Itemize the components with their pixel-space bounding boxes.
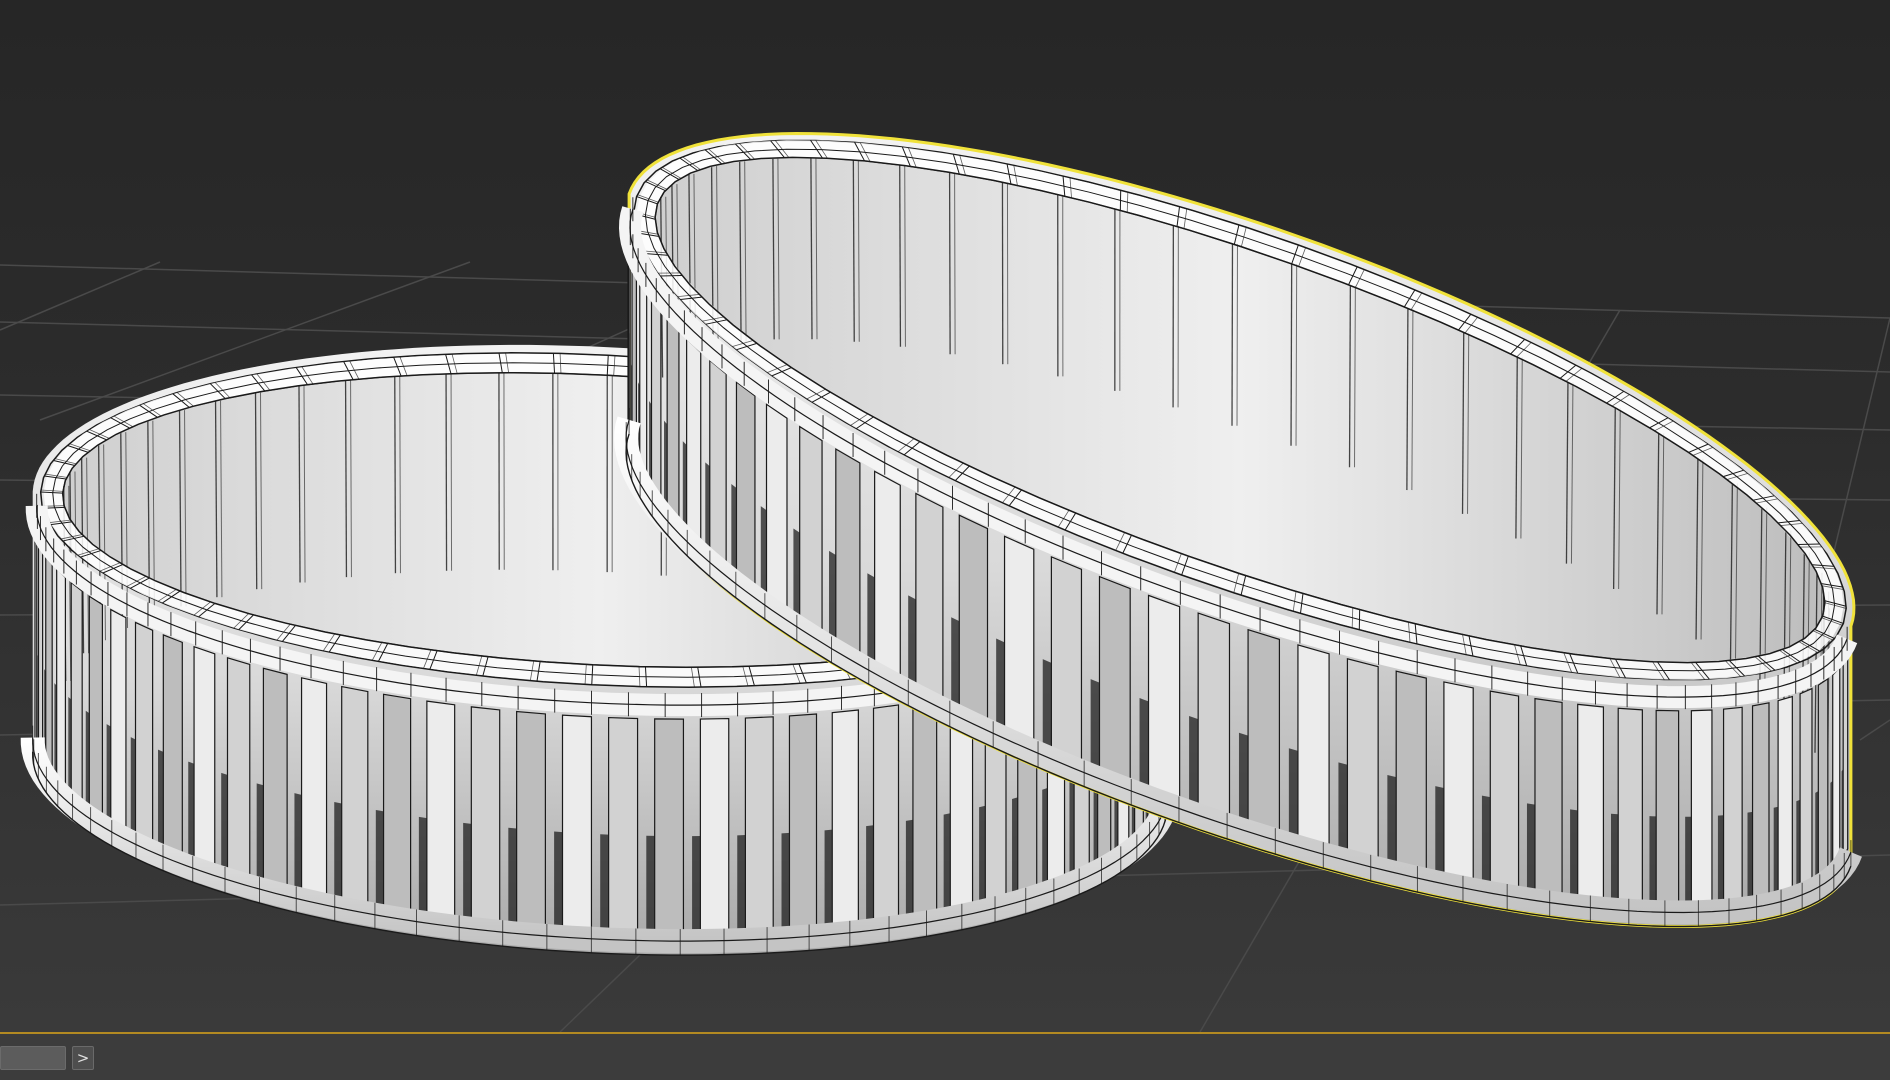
time-slider-thumb[interactable] — [0, 1046, 66, 1070]
3d-viewport[interactable] — [0, 0, 1890, 1032]
next-frame-button[interactable]: > — [72, 1046, 94, 1070]
time-slider-bar: > — [0, 1032, 1890, 1080]
viewport-scene[interactable] — [0, 0, 1890, 1032]
